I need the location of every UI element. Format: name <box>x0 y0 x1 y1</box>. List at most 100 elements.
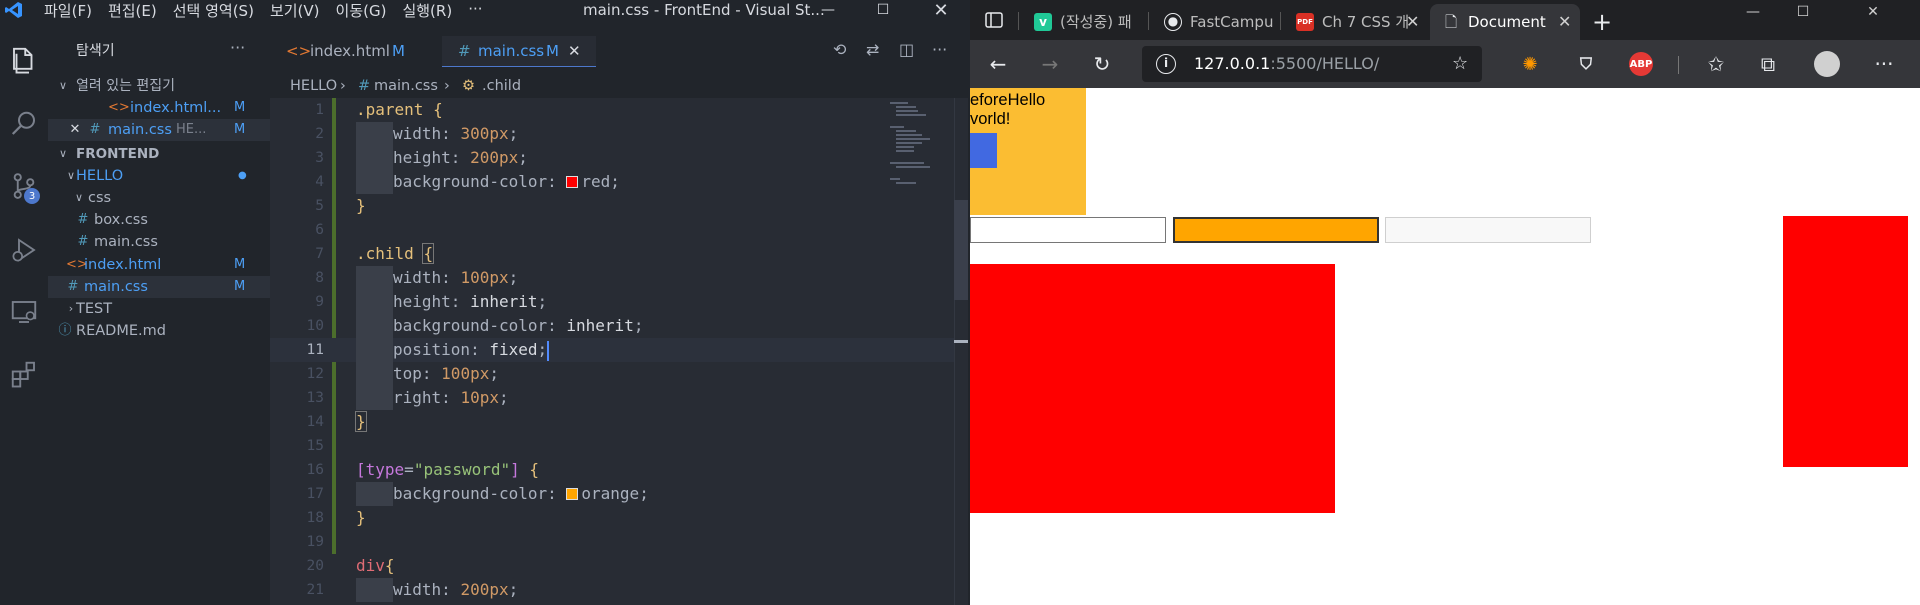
run-debug-icon[interactable] <box>0 226 48 274</box>
source-control-icon[interactable]: 3 <box>0 162 48 210</box>
menu-file[interactable]: 파일(F) <box>36 0 100 21</box>
settings-more-icon[interactable]: ··· <box>1870 50 1898 78</box>
search-icon[interactable] <box>0 100 48 148</box>
collections-icon[interactable]: ⧉ <box>1754 50 1782 78</box>
new-tab-button[interactable]: + <box>1592 4 1620 40</box>
browser-toolbar: ← → ↻ i 127.0.0.1:5500/HELLO/ ☆ ✺ ⛉ ABP … <box>970 40 1920 88</box>
tab-label: index.html <box>310 42 390 60</box>
breadcrumb-file[interactable]: main.css <box>374 76 438 96</box>
address-bar[interactable]: i 127.0.0.1:5500/HELLO/ ☆ <box>1142 46 1482 82</box>
reload-icon[interactable]: ↻ <box>1088 50 1116 78</box>
menu-bar: 파일(F) 편집(E) 선택 영역(S) 보기(V) 이동(G) 실행(R) ·… <box>36 0 491 21</box>
adblock-plus-icon[interactable]: ABP <box>1629 52 1653 76</box>
menu-go[interactable]: 이동(G) <box>328 0 395 21</box>
symbol-class-icon: ⚙ <box>462 78 475 94</box>
file-label: main.css <box>94 234 158 250</box>
code-line: 9 height: inherit; <box>270 290 958 314</box>
code-line: 6 <box>315 222 324 238</box>
close-icon[interactable]: ✕ <box>68 119 82 141</box>
close-window-icon[interactable]: ✕ <box>1850 0 1896 24</box>
browser-tab-label: (작성중) 패 <box>1060 13 1132 31</box>
modified-badge: M <box>234 279 246 294</box>
editor-scrollbar[interactable] <box>954 98 968 605</box>
tab-main-css[interactable]: # main.css M ✕ <box>442 36 596 67</box>
code-line: 1 .parent { <box>315 100 443 119</box>
menu-edit[interactable]: 편집(E) <box>100 0 165 21</box>
maximize-icon[interactable]: ☐ <box>860 0 906 20</box>
tab-index-html[interactable]: <> index.html M <box>270 36 440 67</box>
browser-tab-draft[interactable]: v (작성중) 패 <box>1026 4 1142 40</box>
browser-tab-pdf[interactable]: PDF Ch 7 CSS 개 ✕ <box>1288 4 1426 40</box>
extensions-icon[interactable] <box>0 350 48 398</box>
file-index-html[interactable]: <> index.html M <box>48 254 270 276</box>
more-actions-icon[interactable]: ··· <box>932 40 947 59</box>
minimize-icon[interactable]: — <box>1730 0 1776 24</box>
open-editor-main-css[interactable]: ✕ # main.css HE... M <box>48 119 270 141</box>
menu-view[interactable]: 보기(V) <box>262 0 328 21</box>
project-label: FRONTEND <box>76 146 160 162</box>
site-info-icon[interactable]: i <box>1156 54 1176 74</box>
browser-tab-document[interactable]: 🗋 Document ✕ <box>1430 4 1580 40</box>
menu-selection[interactable]: 선택 영역(S) <box>165 0 262 21</box>
css-file-icon: # <box>89 122 101 137</box>
close-window-icon[interactable]: ✕ <box>918 0 964 21</box>
folder-hello[interactable]: ∨ HELLO ● <box>48 165 270 187</box>
open-editors-label: 열려 있는 편집기 <box>76 78 176 94</box>
timeline-icon[interactable]: ⟲ <box>833 40 846 59</box>
code-line: 3 height: 200px; <box>270 146 958 170</box>
extension-sun-icon[interactable]: ✺ <box>1518 52 1542 76</box>
back-icon[interactable]: ← <box>984 50 1012 78</box>
password-input[interactable] <box>1173 217 1379 243</box>
open-editors-header[interactable]: ∨ 열려 있는 편집기 <box>48 75 270 97</box>
file-css-main-css[interactable]: # main.css <box>48 231 270 253</box>
explorer-icon[interactable] <box>0 36 48 84</box>
split-editor-icon[interactable]: ◫ <box>899 40 914 59</box>
close-tab-icon[interactable]: ✕ <box>568 36 581 67</box>
file-box-css[interactable]: # box.css <box>48 209 270 231</box>
folder-css[interactable]: ∨ css <box>48 187 270 209</box>
minimize-icon[interactable]: — <box>805 0 851 20</box>
browser-tab-github[interactable]: ● FastCampu <box>1156 4 1274 40</box>
breadcrumb-symbol[interactable]: .child <box>482 76 521 96</box>
forward-icon[interactable]: → <box>1036 50 1064 78</box>
breadcrumb-folder[interactable]: HELLO <box>290 76 337 96</box>
modified-badge: M <box>234 122 246 137</box>
text-input[interactable] <box>1385 217 1591 243</box>
remote-explorer-icon[interactable] <box>0 288 48 336</box>
code-line: 12 top: 100px; <box>270 362 958 386</box>
menu-run[interactable]: 실행(R) <box>394 0 460 21</box>
chevron-right-icon: › <box>444 78 450 94</box>
file-readme[interactable]: ⓘ README.md <box>48 320 270 342</box>
color-swatch-red[interactable] <box>566 176 579 188</box>
menu-more[interactable]: ··· <box>460 0 490 21</box>
compare-changes-icon[interactable]: ⇄ <box>866 40 879 59</box>
chevron-right-icon: › <box>340 78 346 94</box>
explorer-sidebar: 탐색기 ··· ∨ 열려 있는 편집기 <> index.html... M ✕… <box>48 36 270 605</box>
tab-actions-icon[interactable] <box>980 6 1008 34</box>
code-line: 10 background-color: inherit; <box>270 314 958 338</box>
folder-test[interactable]: › TEST <box>48 298 270 320</box>
chevron-down-icon: ∨ <box>58 147 68 160</box>
open-editor-index-html[interactable]: <> index.html... M <box>48 97 270 119</box>
page-text-line: eforeHello <box>970 91 1046 109</box>
maximize-icon[interactable]: ☐ <box>1780 0 1826 24</box>
close-tab-icon[interactable]: ✕ <box>1406 4 1419 40</box>
minimap[interactable] <box>888 98 958 218</box>
file-main-css[interactable]: # main.css M <box>48 276 270 298</box>
url-text[interactable]: 127.0.0.1:5500/HELLO/ <box>1194 46 1379 82</box>
explorer-more-icon[interactable]: ··· <box>230 38 245 57</box>
modified-badge: M <box>392 42 405 60</box>
project-header[interactable]: ∨ FRONTEND <box>48 143 270 165</box>
close-tab-icon[interactable]: ✕ <box>1558 4 1571 40</box>
pdf-icon: PDF <box>1296 13 1314 31</box>
code-editor[interactable]: 1 .parent { 2 width: 300px; 3 height: 200px… <box>270 98 958 605</box>
favorites-icon[interactable]: ✩ <box>1702 50 1730 78</box>
color-swatch-orange[interactable] <box>566 488 579 500</box>
chevron-down-icon: ∨ <box>74 191 84 204</box>
add-favorite-icon[interactable]: ☆ <box>1452 53 1468 74</box>
activity-bar: 3 <box>0 36 48 605</box>
text-input[interactable] <box>970 217 1166 243</box>
extension-shield-icon[interactable]: ⛉ <box>1574 52 1598 76</box>
scrollbar-thumb[interactable] <box>954 200 968 300</box>
profile-avatar[interactable] <box>1814 51 1840 77</box>
